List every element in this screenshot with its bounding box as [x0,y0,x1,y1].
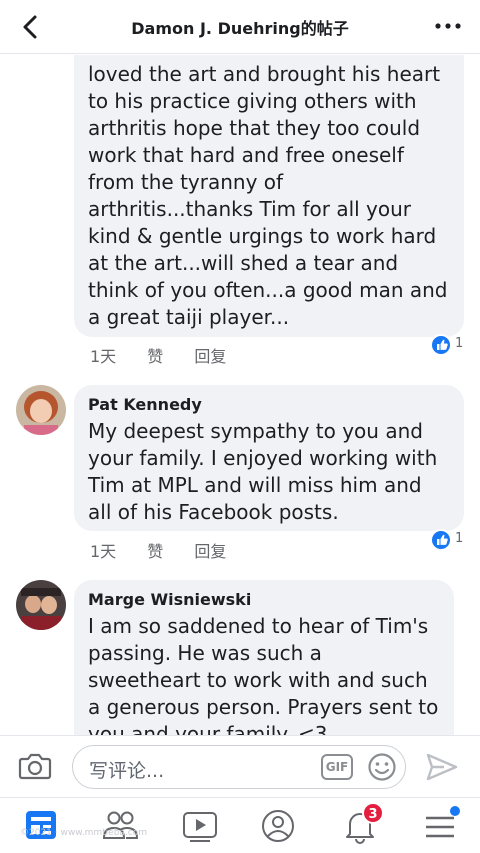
news-feed-icon [26,811,56,839]
profile-icon [262,810,294,842]
comment-composer: 写评论... GIF [0,735,480,797]
bottom-tab-bar: 3 ©2021 · www.mmtieba.com [0,797,480,853]
top-bar: Damon J. Duehring的帖子 [0,0,480,54]
tab-profile[interactable] [258,808,298,844]
comment-actions: 1天 赞 回复 [90,343,252,367]
comment-time: 1天 [90,542,117,561]
back-arrow-icon[interactable] [16,12,46,42]
page-title: Damon J. Duehring的帖子 [131,19,349,38]
reply-link[interactable]: 回复 [194,542,226,561]
avatar-image [16,580,66,630]
commenter-name[interactable]: Pat Kennedy [88,395,450,414]
reaction-count: 1 [455,336,464,351]
comment-input[interactable]: 写评论... GIF [72,745,406,789]
comment-bubble[interactable]: Marge Wisniewski I am so saddened to hea… [74,580,454,735]
comment-bubble[interactable]: Pat Kennedy My deepest sympathy to you a… [74,385,464,531]
tab-friends[interactable] [100,808,140,844]
comment-placeholder: 写评论... [89,760,165,782]
like-link[interactable]: 赞 [147,347,163,366]
tab-notifications[interactable]: 3 [340,802,384,844]
tab-watch[interactable] [180,808,220,844]
comment-text: My deepest sympathy to you and your fami… [88,419,438,524]
like-link[interactable]: 赞 [147,542,163,561]
menu-notification-dot [450,806,460,816]
smile-icon[interactable] [367,752,397,782]
comment-time: 1天 [90,347,117,366]
send-icon[interactable] [424,751,460,783]
avatar-image [16,385,66,435]
camera-icon[interactable] [18,751,52,781]
tab-news-feed[interactable] [22,808,62,844]
comment-list: loved the art and brought his heart to h… [0,55,480,735]
comment-text: loved the art and brought his heart to h… [88,62,448,329]
comment-actions: 1天 赞 回复 [90,538,252,562]
avatar[interactable] [16,580,66,630]
friends-icon [102,811,139,839]
reply-link[interactable]: 回复 [194,347,226,366]
watch-icon [183,812,217,842]
tab-menu[interactable] [420,806,460,844]
avatar[interactable] [16,385,66,435]
notification-count-badge: 3 [362,802,384,824]
comments-page: Damon J. Duehring的帖子 loved the art and b… [0,0,480,853]
commenter-name[interactable]: Marge Wisniewski [88,590,440,609]
reaction-count: 1 [455,531,464,546]
more-dots-icon[interactable] [434,18,462,34]
comment-text: I am so saddened to hear of Tim's passin… [88,614,439,735]
comment-bubble[interactable]: loved the art and brought his heart to h… [74,55,464,337]
gif-icon[interactable]: GIF [321,754,353,780]
watermark-text: ©2021 · www.mmtieba.com [20,828,148,838]
